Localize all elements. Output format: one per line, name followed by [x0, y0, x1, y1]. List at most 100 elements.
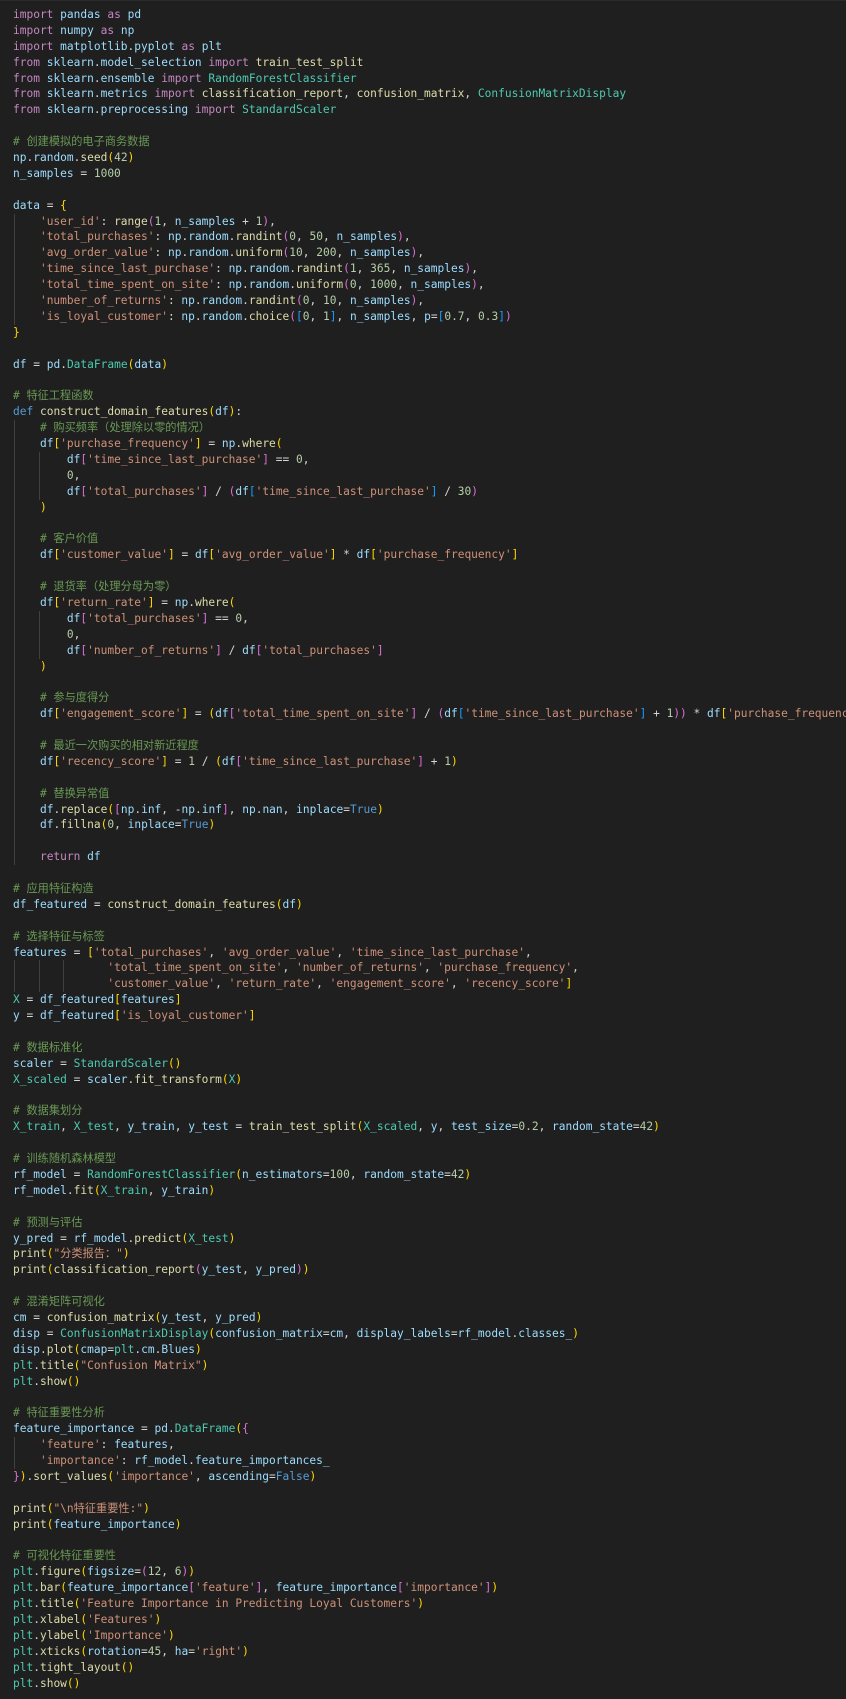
code-line[interactable]: # 预测与评估 — [13, 1215, 846, 1231]
code-line[interactable]: 'feature': features, — [13, 1437, 846, 1454]
code-line[interactable] — [13, 563, 846, 580]
code-line[interactable]: # 数据集划分 — [13, 1103, 846, 1119]
code-line[interactable]: def construct_domain_features(df): — [13, 404, 846, 420]
code-line[interactable]: cm = confusion_matrix(y_test, y_pred) — [13, 1310, 846, 1326]
code-line[interactable]: ) — [13, 658, 846, 675]
code-line[interactable]: print("分类报告：") — [13, 1246, 846, 1262]
code-line[interactable]: X_scaled = scaler.fit_transform(X) — [13, 1072, 846, 1088]
code-line[interactable]: 'is_loyal_customer': np.random.choice([0… — [13, 308, 846, 325]
code-line[interactable] — [13, 1199, 846, 1215]
code-line[interactable] — [13, 865, 846, 881]
code-line[interactable] — [13, 182, 846, 198]
code-line[interactable]: print(feature_importance) — [13, 1517, 846, 1533]
code-line[interactable]: df['purchase_frequency'] = np.where( — [13, 436, 846, 452]
code-line[interactable]: plt.show() — [13, 1374, 846, 1390]
code-line[interactable]: 0, — [13, 467, 846, 484]
code-line[interactable] — [13, 913, 846, 929]
code-line[interactable] — [13, 515, 846, 532]
code-line[interactable]: rf_model = RandomForestClassifier(n_esti… — [13, 1167, 846, 1183]
code-line[interactable]: # 客户价值 — [13, 531, 846, 548]
code-line[interactable]: # 选择特征与标签 — [13, 929, 846, 945]
code-line[interactable]: 0, — [13, 626, 846, 643]
code-line[interactable]: plt.figure(figsize=(12, 6)) — [13, 1564, 846, 1580]
code-line[interactable]: import matplotlib.pyplot as plt — [13, 39, 846, 55]
code-line[interactable]: # 混淆矩阵可视化 — [13, 1294, 846, 1310]
code-line[interactable]: data = { — [13, 198, 846, 214]
code-line[interactable]: df.fillna(0, inplace=True) — [13, 817, 846, 834]
code-line[interactable]: plt.xlabel('Features') — [13, 1612, 846, 1628]
code-line[interactable]: 'avg_order_value': np.random.uniform(10,… — [13, 245, 846, 262]
code-line[interactable]: df['engagement_score'] = (df['total_time… — [13, 706, 846, 723]
code-line[interactable]: rf_model.fit(X_train, y_train) — [13, 1183, 846, 1199]
code-line[interactable]: import pandas as pd — [13, 7, 846, 23]
code-line[interactable]: # 创建模拟的电子商务数据 — [13, 134, 846, 150]
code-line[interactable] — [13, 1389, 846, 1405]
code-line[interactable]: plt.title('Feature Importance in Predict… — [13, 1596, 846, 1612]
code-line[interactable] — [13, 722, 846, 738]
code-line[interactable]: 'total_time_spent_on_site': np.random.un… — [13, 277, 846, 294]
code-line[interactable]: import numpy as np — [13, 23, 846, 39]
code-line[interactable] — [13, 1485, 846, 1501]
code-line[interactable]: df_featured = construct_domain_features(… — [13, 897, 846, 913]
code-line[interactable]: df['recency_score'] = 1 / (df['time_sinc… — [13, 753, 846, 770]
code-line[interactable]: plt.show() — [13, 1676, 846, 1692]
code-line[interactable]: disp = ConfusionMatrixDisplay(confusion_… — [13, 1326, 846, 1342]
code-line[interactable] — [13, 118, 846, 134]
code-line[interactable]: # 替换异常值 — [13, 785, 846, 802]
code-line[interactable]: # 特征重要性分析 — [13, 1405, 846, 1421]
code-line[interactable]: # 可视化特征重要性 — [13, 1548, 846, 1564]
code-line[interactable]: df['total_purchases'] == 0, — [13, 610, 846, 627]
code-line[interactable]: # 购买频率（处理除以零的情况） — [13, 420, 846, 437]
code-line[interactable]: from sklearn.ensemble import RandomFores… — [13, 71, 846, 87]
code-line[interactable]: 'time_since_last_purchase': np.random.ra… — [13, 261, 846, 278]
code-area[interactable]: import pandas as pd import numpy as np imp… — [13, 7, 846, 1691]
code-line[interactable]: # 特征工程函数 — [13, 388, 846, 404]
code-line[interactable]: np.random.seed(42) — [13, 150, 846, 166]
code-line[interactable]: n_samples = 1000 — [13, 166, 846, 182]
code-line[interactable]: features = ['total_purchases', 'avg_orde… — [13, 945, 846, 961]
code-line[interactable]: plt.xticks(rotation=45, ha='right') — [13, 1644, 846, 1660]
code-line[interactable]: df['return_rate'] = np.where( — [13, 594, 846, 611]
code-line[interactable]: scaler = StandardScaler() — [13, 1056, 846, 1072]
code-line[interactable]: df['number_of_returns'] / df['total_purc… — [13, 642, 846, 659]
code-line[interactable]: disp.plot(cmap=plt.cm.Blues) — [13, 1342, 846, 1358]
code-line[interactable]: df.replace([np.inf, -np.inf], np.nan, in… — [13, 801, 846, 818]
code-line[interactable]: from sklearn.preprocessing import Standa… — [13, 102, 846, 118]
code-line[interactable] — [13, 769, 846, 786]
code-line[interactable]: # 参与度得分 — [13, 690, 846, 707]
code-line[interactable]: ) — [13, 499, 846, 516]
code-line[interactable]: 'importance': rf_model.feature_importanc… — [13, 1453, 846, 1469]
code-line[interactable]: X = df_featured[features] — [13, 992, 846, 1008]
code-line[interactable]: plt.title("Confusion Matrix") — [13, 1358, 846, 1374]
code-line[interactable]: df['total_purchases'] / (df['time_since_… — [13, 483, 846, 500]
code-line[interactable]: from sklearn.model_selection import trai… — [13, 55, 846, 71]
code-line[interactable]: print("\n特征重要性:") — [13, 1501, 846, 1517]
code-line[interactable] — [13, 1135, 846, 1151]
code-line[interactable]: plt.ylabel('Importance') — [13, 1628, 846, 1644]
code-line[interactable] — [13, 341, 846, 357]
code-line[interactable]: 'total_purchases': np.random.randint(0, … — [13, 229, 846, 246]
code-editor[interactable]: import pandas as pd import numpy as np imp… — [0, 0, 846, 1699]
code-line[interactable]: plt.tight_layout() — [13, 1660, 846, 1676]
code-line[interactable]: plt.bar(feature_importance['feature'], f… — [13, 1580, 846, 1596]
code-line[interactable]: }).sort_values('importance', ascending=F… — [13, 1469, 846, 1485]
code-line[interactable]: df = pd.DataFrame(data) — [13, 357, 846, 373]
code-line[interactable] — [13, 1278, 846, 1294]
code-line[interactable]: print(classification_report(y_test, y_pr… — [13, 1262, 846, 1278]
code-line[interactable] — [13, 674, 846, 691]
code-line[interactable]: X_train, X_test, y_train, y_test = train… — [13, 1119, 846, 1135]
code-line[interactable]: } — [13, 325, 846, 341]
code-line[interactable]: from sklearn.metrics import classificati… — [13, 86, 846, 102]
code-line[interactable] — [13, 1024, 846, 1040]
code-line[interactable]: 'total_time_spent_on_site', 'number_of_r… — [13, 960, 846, 977]
code-line[interactable]: df['customer_value'] = df['avg_order_val… — [13, 547, 846, 564]
code-line[interactable]: 'user_id': range(1, n_samples + 1), — [13, 213, 846, 230]
code-line[interactable]: # 训练随机森林模型 — [13, 1151, 846, 1167]
code-line[interactable]: # 应用特征构造 — [13, 881, 846, 897]
code-line[interactable] — [13, 1533, 846, 1549]
code-line[interactable]: return df — [13, 849, 846, 866]
code-line[interactable] — [13, 833, 846, 850]
code-line[interactable]: feature_importance = pd.DataFrame({ — [13, 1421, 846, 1437]
code-line[interactable]: df['time_since_last_purchase'] == 0, — [13, 451, 846, 468]
code-line[interactable] — [13, 372, 846, 388]
